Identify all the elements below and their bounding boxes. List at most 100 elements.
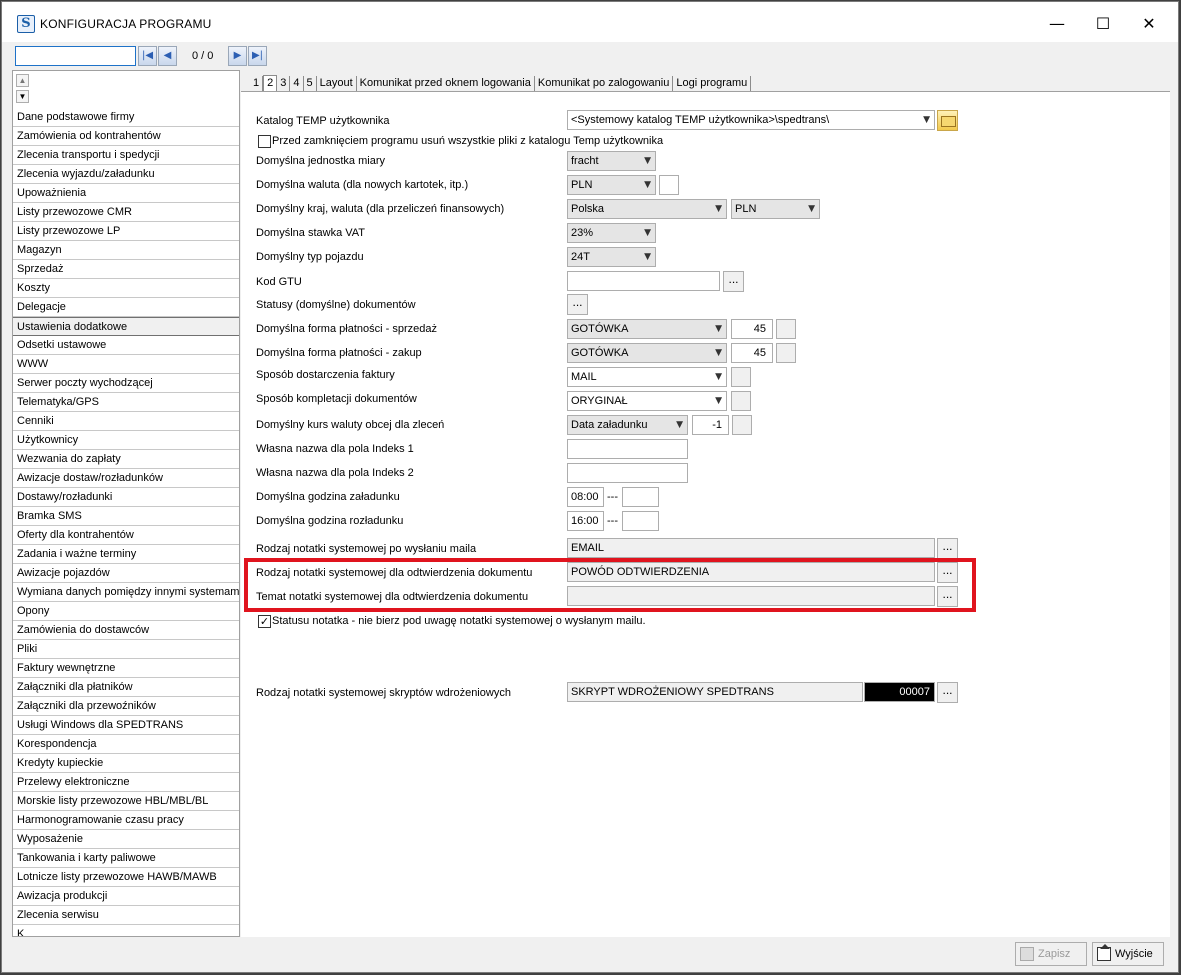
maximize-button[interactable]: ☐ xyxy=(1080,10,1126,38)
load-hour-input[interactable]: 08:00 xyxy=(567,487,604,507)
sidebar-item[interactable]: Awizacje dostaw/rozładunków xyxy=(13,469,239,488)
currency-extra-box[interactable] xyxy=(659,175,679,195)
sidebar-item[interactable]: WWW xyxy=(13,355,239,374)
sidebar-item[interactable]: Zlecenia serwisu xyxy=(13,906,239,925)
sidebar-item[interactable]: Bramka SMS xyxy=(13,507,239,526)
sidebar-item[interactable]: Załączniki dla płatników xyxy=(13,678,239,697)
sidebar-item[interactable]: Harmonogramowanie czasu pracy xyxy=(13,811,239,830)
sidebar-item[interactable]: Opony xyxy=(13,602,239,621)
script-note-browse-button[interactable]: ... xyxy=(937,682,958,703)
pay-sale-days-input[interactable]: 45 xyxy=(731,319,773,339)
previous-record-icon[interactable]: ◀ xyxy=(158,46,177,66)
tab-4[interactable]: 4 xyxy=(290,76,304,91)
status-note-checkbox[interactable]: ✓ xyxy=(258,615,271,628)
tab-2[interactable]: 2 xyxy=(263,75,278,91)
temp-dir-select[interactable]: <Systemowy katalog TEMP użytkownika>\spe… xyxy=(567,110,935,130)
sidebar-item[interactable]: Awizacje pojazdów xyxy=(13,564,239,583)
sidebar-item[interactable]: Kredyty kupieckie xyxy=(13,754,239,773)
sidebar-item[interactable]: Cenniki xyxy=(13,412,239,431)
sidebar-item[interactable]: Listy przewozowe LP xyxy=(13,222,239,241)
unload-hour-input[interactable]: 16:00 xyxy=(567,511,604,531)
note-mail-browse-button[interactable]: ... xyxy=(937,538,958,559)
sidebar-item[interactable]: Ustawienia dodatkowe xyxy=(13,317,239,336)
sidebar-item[interactable]: Przelewy elektroniczne xyxy=(13,773,239,792)
sidebar-item[interactable]: Wezwania do zapłaty xyxy=(13,450,239,469)
sidebar-item[interactable]: Delegacje xyxy=(13,298,239,317)
sidebar-item[interactable]: Lotnicze listy przewozowe HAWB/MAWB xyxy=(13,868,239,887)
scroll-up-icon[interactable]: ▲ xyxy=(16,74,29,87)
sidebar-item[interactable]: Koszty xyxy=(13,279,239,298)
fx-rate-extra-box[interactable] xyxy=(732,415,752,435)
vehicle-select[interactable]: 24T ▼ xyxy=(567,247,656,267)
sidebar-item[interactable]: Wyposażenie xyxy=(13,830,239,849)
folder-open-icon[interactable] xyxy=(937,110,958,131)
sidebar-item[interactable]: Telematyka/GPS xyxy=(13,393,239,412)
last-record-icon[interactable]: ▶| xyxy=(248,46,267,66)
tab-3[interactable]: 3 xyxy=(277,76,291,91)
pay-buy-days-input[interactable]: 45 xyxy=(731,343,773,363)
vat-select[interactable]: 23% ▼ xyxy=(567,223,656,243)
sidebar-item[interactable]: Dostawy/rozładunki xyxy=(13,488,239,507)
tab-8[interactable]: Komunikat po zalogowaniu xyxy=(535,76,674,91)
index2-input[interactable] xyxy=(567,463,688,483)
invoice-delivery-extra-box[interactable] xyxy=(731,367,751,387)
sidebar-item[interactable]: Użytkownicy xyxy=(13,431,239,450)
sidebar-item[interactable]: Tankowania i karty paliwowe xyxy=(13,849,239,868)
sidebar-item[interactable]: Zamówienia od kontrahentów xyxy=(13,127,239,146)
minimize-button[interactable]: — xyxy=(1034,10,1080,38)
sidebar-item[interactable]: Zadania i ważne terminy xyxy=(13,545,239,564)
sidebar-item[interactable]: Odsetki ustawowe xyxy=(13,336,239,355)
note-mail-input[interactable]: EMAIL xyxy=(567,538,935,558)
load-hour-end-input[interactable] xyxy=(622,487,659,507)
exit-button[interactable]: Wyjście xyxy=(1092,942,1164,966)
sidebar-item[interactable]: K xyxy=(13,925,239,936)
fx-rate-select[interactable]: Data załadunku ▼ xyxy=(567,415,688,435)
sidebar-item[interactable]: Upoważnienia xyxy=(13,184,239,203)
sidebar-item[interactable]: Awizacja produkcji xyxy=(13,887,239,906)
save-button[interactable]: Zapisz xyxy=(1015,942,1087,966)
navigator-search-input[interactable] xyxy=(15,46,136,66)
script-note-input[interactable]: SKRYPT WDROŻENIOWY SPEDTRANS xyxy=(567,682,863,702)
next-record-icon[interactable]: ▶ xyxy=(228,46,247,66)
tab-7[interactable]: Komunikat przed oknem logowania xyxy=(357,76,535,91)
close-button[interactable]: ✕ xyxy=(1126,10,1172,38)
sidebar-item[interactable]: Zamówienia do dostawców xyxy=(13,621,239,640)
clear-temp-checkbox[interactable] xyxy=(258,135,271,148)
unit-select[interactable]: fracht ▼ xyxy=(567,151,656,171)
sidebar-item[interactable]: Pliki xyxy=(13,640,239,659)
sidebar-item[interactable]: Magazyn xyxy=(13,241,239,260)
tab-9[interactable]: Logi programu xyxy=(673,76,752,91)
sidebar-item[interactable]: Usługi Windows dla SPEDTRANS xyxy=(13,716,239,735)
tab-5[interactable]: 5 xyxy=(304,76,317,91)
fx-rate-offset-input[interactable]: -1 xyxy=(692,415,729,435)
sidebar-item[interactable]: Zlecenia wyjazdu/załadunku xyxy=(13,165,239,184)
sidebar-item[interactable]: Morskie listy przewozowe HBL/MBL/BL xyxy=(13,792,239,811)
gtu-browse-button[interactable]: ... xyxy=(723,271,744,292)
sidebar-item[interactable]: Sprzedaż xyxy=(13,260,239,279)
sidebar-item[interactable]: Listy przewozowe CMR xyxy=(13,203,239,222)
invoice-delivery-select[interactable]: MAIL ▼ xyxy=(567,367,727,387)
index1-input[interactable] xyxy=(567,439,688,459)
scroll-down-icon[interactable]: ▼ xyxy=(16,90,29,103)
currency-select[interactable]: PLN ▼ xyxy=(567,175,656,195)
pay-sale-extra-box[interactable] xyxy=(776,319,796,339)
sidebar-item[interactable]: Korespondencja xyxy=(13,735,239,754)
sidebar-item[interactable]: Załączniki dla przewoźników xyxy=(13,697,239,716)
tab-1[interactable]: 1 xyxy=(250,76,264,91)
tab-6[interactable]: Layout xyxy=(317,76,357,91)
sidebar-item[interactable]: Zlecenia transportu i spedycji xyxy=(13,146,239,165)
pay-sale-select[interactable]: GOTÓWKA ▼ xyxy=(567,319,727,339)
sidebar-item[interactable]: Oferty dla kontrahentów xyxy=(13,526,239,545)
doc-completion-extra-box[interactable] xyxy=(731,391,751,411)
pay-buy-select[interactable]: GOTÓWKA ▼ xyxy=(567,343,727,363)
sidebar-item[interactable]: Dane podstawowe firmy xyxy=(13,108,239,127)
sidebar-item[interactable]: Serwer poczty wychodzącej xyxy=(13,374,239,393)
sidebar-item[interactable]: Faktury wewnętrzne xyxy=(13,659,239,678)
first-record-icon[interactable]: |◀ xyxy=(138,46,157,66)
statuses-browse-button[interactable]: ... xyxy=(567,294,588,315)
unload-hour-end-input[interactable] xyxy=(622,511,659,531)
doc-completion-select[interactable]: ORYGINAŁ ▼ xyxy=(567,391,727,411)
sidebar-item[interactable]: Wymiana danych pomiędzy innymi systemami xyxy=(13,583,239,602)
country-select[interactable]: Polska ▼ xyxy=(567,199,727,219)
country-currency-select[interactable]: PLN ▼ xyxy=(731,199,820,219)
